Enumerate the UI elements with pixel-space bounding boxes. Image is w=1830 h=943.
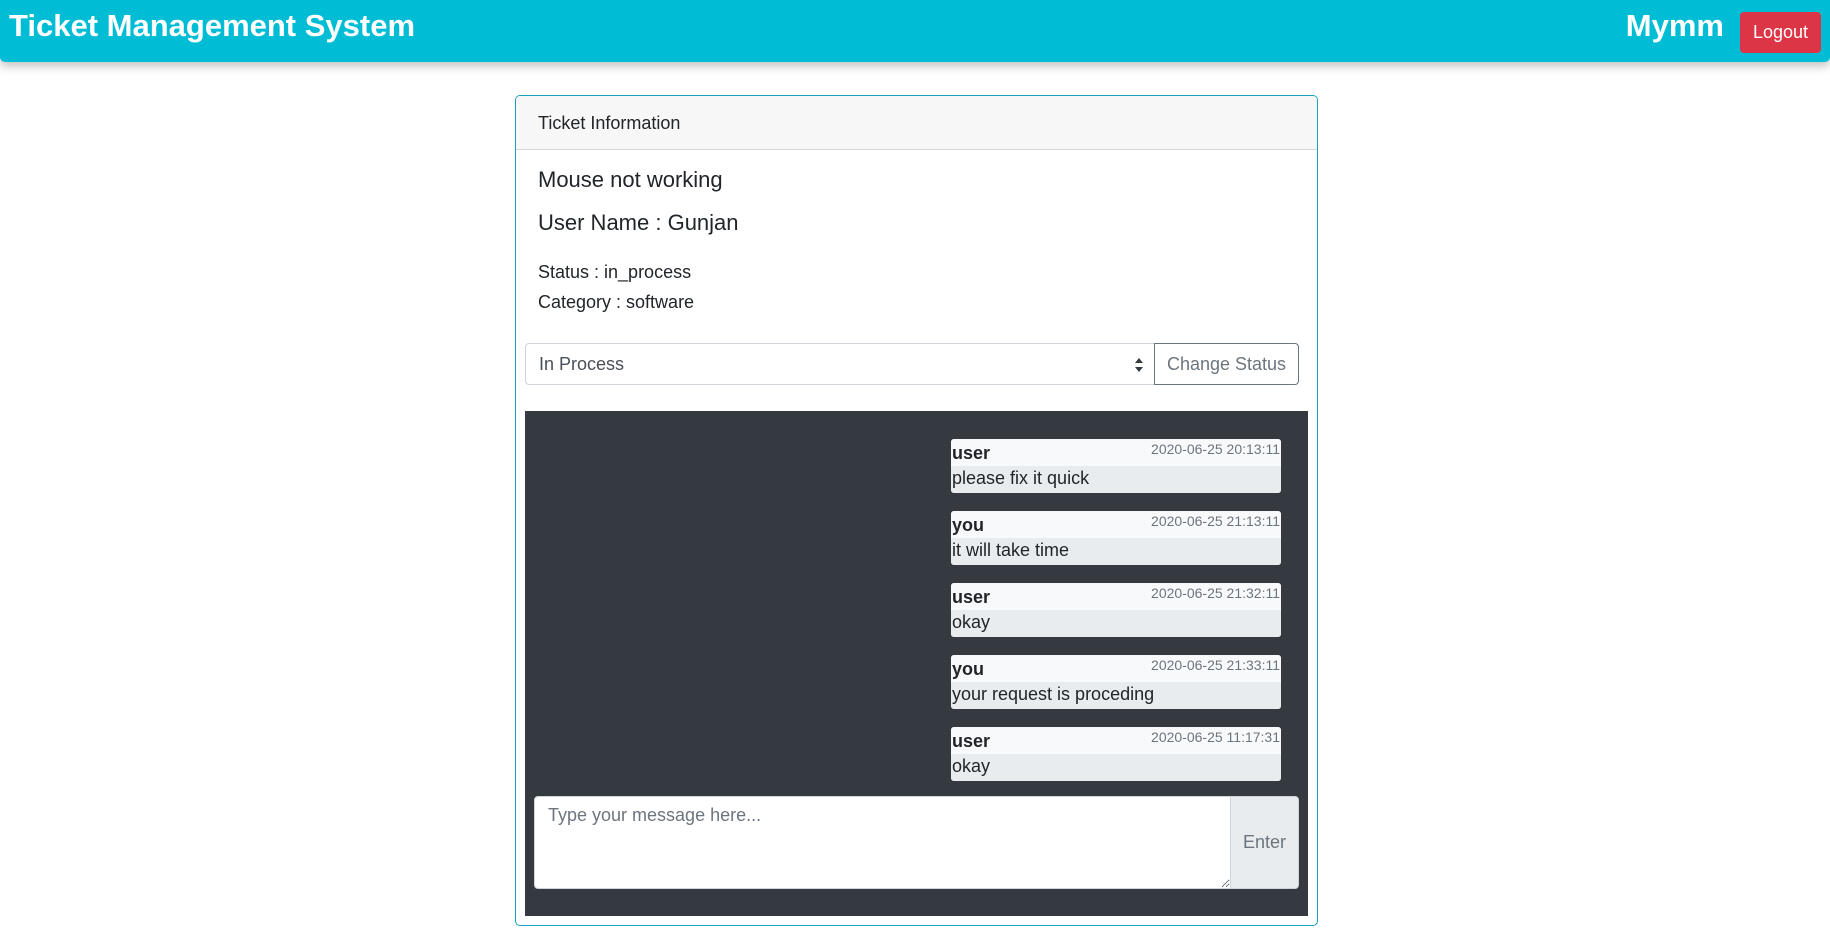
message-text: okay — [951, 754, 1281, 781]
message-input[interactable] — [534, 796, 1231, 889]
message-text: your request is proceding — [951, 682, 1281, 709]
message-sender: you — [952, 659, 985, 679]
logout-button[interactable]: Logout — [1740, 12, 1821, 53]
message-time: 2020-06-25 20:13:11 — [1151, 441, 1280, 457]
message-text: please fix it quick — [951, 466, 1281, 493]
ticket-title: Mouse not working — [538, 167, 723, 192]
message-list: user 2020-06-25 20:13:11 please fix it q… — [951, 439, 1281, 799]
status-select-value: In Process — [539, 354, 625, 374]
message-text: okay — [951, 610, 1281, 637]
message-item: user 2020-06-25 20:13:11 please fix it q… — [951, 439, 1281, 493]
ticket-category: Category : software — [538, 292, 695, 312]
ticket-user-name: User Name : Gunjan — [538, 210, 739, 235]
ticket-status: Status : in_process — [538, 262, 692, 282]
message-item: you 2020-06-25 21:33:11 your request is … — [951, 655, 1281, 709]
message-time: 2020-06-25 21:32:11 — [1151, 585, 1280, 601]
message-sender: user — [952, 587, 991, 607]
select-arrows-icon — [1135, 358, 1143, 372]
message-text: it will take time — [951, 538, 1281, 565]
message-sender: user — [952, 731, 991, 751]
status-select[interactable]: In Process — [525, 343, 1155, 385]
navbar: Ticket Management System Mymm Logout — [0, 0, 1830, 62]
status-control: In Process Change Status — [525, 343, 1299, 385]
message-item: you 2020-06-25 21:13:11 it will take tim… — [951, 511, 1281, 565]
message-time: 2020-06-25 11:17:31 — [1151, 729, 1280, 745]
message-time: 2020-06-25 21:13:11 — [1151, 513, 1280, 529]
message-sender: you — [952, 515, 985, 535]
message-sender: user — [952, 443, 991, 463]
send-message-button[interactable]: Enter — [1230, 796, 1299, 889]
message-time: 2020-06-25 21:33:11 — [1151, 657, 1280, 673]
brand-title[interactable]: Ticket Management System — [9, 7, 415, 45]
ticket-card: Ticket Information Mouse not working Use… — [515, 95, 1318, 926]
current-user-name: Mymm — [1625, 8, 1724, 43]
change-status-button[interactable]: Change Status — [1154, 343, 1299, 385]
message-item: user 2020-06-25 11:17:31 okay — [951, 727, 1281, 781]
chat-area: user 2020-06-25 20:13:11 please fix it q… — [525, 411, 1308, 916]
message-item: user 2020-06-25 21:32:11 okay — [951, 583, 1281, 637]
card-header: Ticket Information — [516, 96, 1317, 150]
